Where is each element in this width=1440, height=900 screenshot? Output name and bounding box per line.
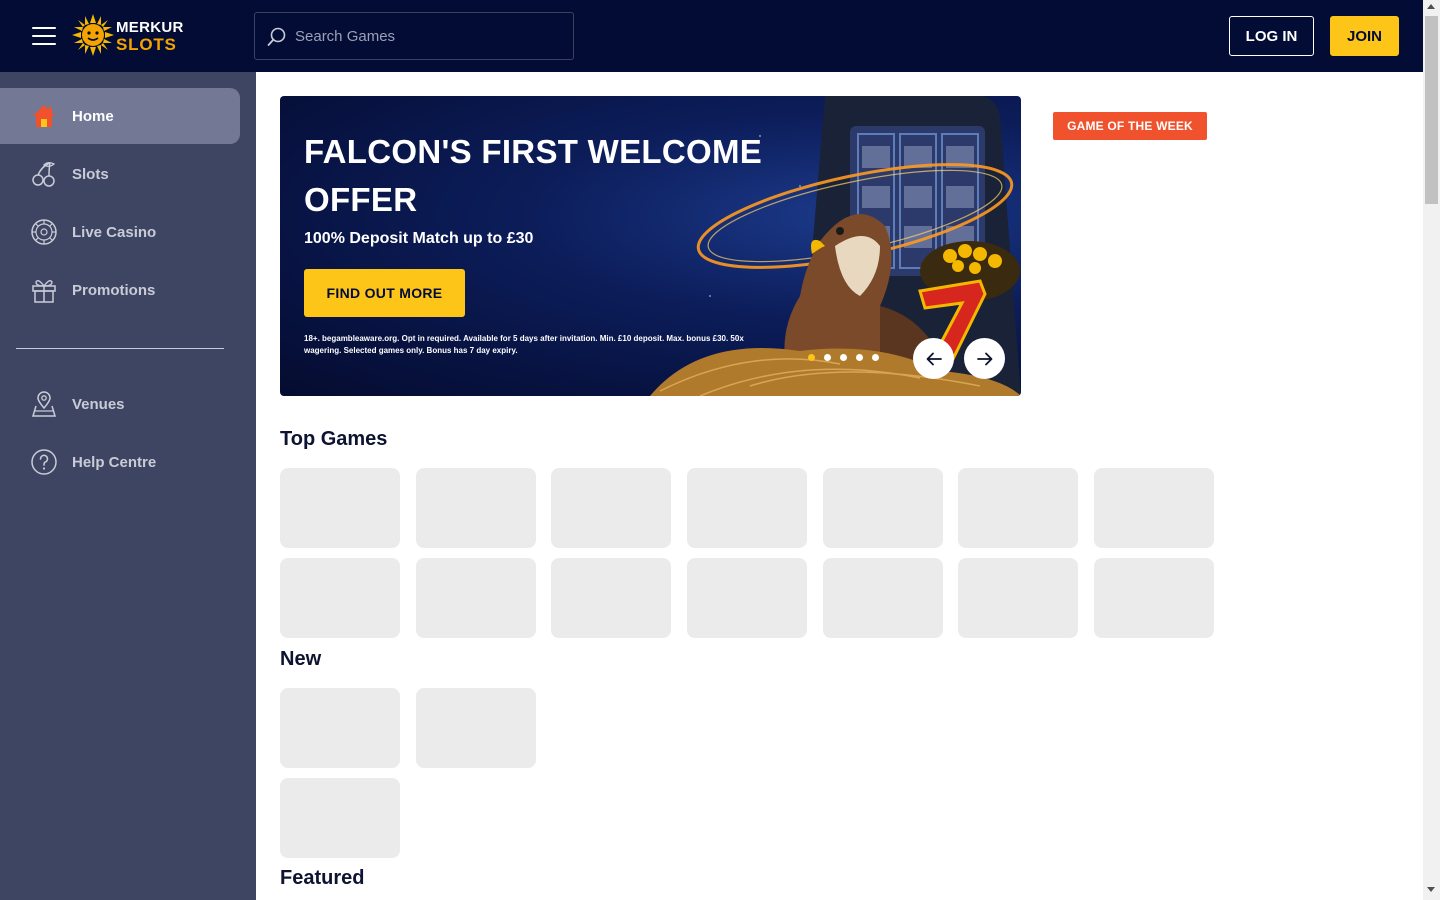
- game-tile[interactable]: [958, 468, 1078, 548]
- game-tile[interactable]: [823, 558, 943, 638]
- scrollbar-thumb[interactable]: [1425, 16, 1438, 204]
- merkur-slots-logo[interactable]: MERKUR SLOTS: [72, 14, 188, 58]
- game-tile[interactable]: [280, 468, 400, 548]
- map-pin-icon: [31, 391, 57, 417]
- game-tile[interactable]: [958, 558, 1078, 638]
- sidebar-item-label: Help Centre: [72, 453, 157, 471]
- sidebar-nav: Home Slots Live Casino Promotions Venues…: [0, 72, 256, 900]
- game-tile[interactable]: [687, 468, 807, 548]
- section-title-featured: Featured: [280, 867, 365, 889]
- carousel-dot[interactable]: [856, 354, 863, 361]
- game-tile[interactable]: [416, 468, 536, 548]
- game-tile[interactable]: [551, 558, 671, 638]
- sidebar-item-slots[interactable]: Slots: [0, 146, 240, 202]
- sidebar-item-label: Live Casino: [72, 223, 157, 241]
- roulette-wheel-icon: [31, 219, 57, 245]
- carousel-dots: [808, 354, 879, 364]
- game-tile[interactable]: [416, 688, 536, 768]
- search-box[interactable]: [254, 12, 574, 60]
- search-input[interactable]: [295, 13, 565, 59]
- game-tile[interactable]: [1094, 468, 1214, 548]
- logo-wordmark-bottom: SLOTS: [116, 35, 177, 54]
- scroll-up-arrow-icon[interactable]: [1427, 4, 1435, 9]
- arrow-right-icon: [976, 352, 992, 365]
- search-icon: [267, 27, 286, 46]
- join-button[interactable]: JOIN: [1330, 16, 1399, 56]
- game-tile[interactable]: [823, 468, 943, 548]
- menu-icon[interactable]: [32, 26, 56, 46]
- game-tile[interactable]: [280, 778, 400, 858]
- game-tile[interactable]: [551, 468, 671, 548]
- sidebar-divider: [16, 348, 224, 349]
- top-header: MERKUR SLOTS LOG IN JOIN: [0, 0, 1423, 72]
- login-button[interactable]: LOG IN: [1229, 16, 1314, 56]
- sidebar-item-label: Slots: [72, 165, 109, 183]
- carousel-prev-button[interactable]: [913, 338, 954, 379]
- sidebar-item-venues[interactable]: Venues: [0, 376, 240, 432]
- sidebar-item-label: Promotions: [72, 281, 156, 299]
- game-tile[interactable]: [280, 688, 400, 768]
- find-out-more-button[interactable]: FIND OUT MORE: [304, 269, 465, 317]
- page-scrollbar[interactable]: [1423, 0, 1440, 900]
- help-circle-icon: [31, 449, 57, 475]
- sidebar-item-label: Home: [72, 107, 114, 125]
- sidebar-item-home[interactable]: Home: [0, 88, 240, 144]
- sidebar-item-promotions[interactable]: Promotions: [0, 262, 240, 318]
- sidebar-item-help-centre[interactable]: Help Centre: [0, 434, 240, 490]
- banner-subtitle: 100% Deposit Match up to £30: [304, 230, 534, 247]
- section-title-top-games: Top Games: [280, 428, 388, 450]
- game-tile[interactable]: [280, 558, 400, 638]
- sidebar-item-label: Venues: [72, 395, 125, 413]
- banner-title: FALCON'S FIRST WELCOME OFFER: [304, 133, 763, 218]
- carousel-dot[interactable]: [824, 354, 831, 361]
- section-title-new: New: [280, 648, 322, 670]
- gift-icon: [32, 279, 56, 303]
- game-of-the-week-badge: GAME OF THE WEEK: [1053, 112, 1207, 140]
- game-tile[interactable]: [416, 558, 536, 638]
- arrow-left-icon: [926, 352, 942, 365]
- logo-wordmark-top: MERKUR: [116, 19, 184, 36]
- game-tile[interactable]: [687, 558, 807, 638]
- banner-terms: 18+. begambleaware.org. Opt in required.…: [304, 334, 744, 355]
- cherries-icon: [32, 162, 56, 187]
- carousel-dot[interactable]: [808, 354, 815, 361]
- game-tile[interactable]: [1094, 558, 1214, 638]
- home-icon: [33, 105, 55, 127]
- sun-logo-icon: [72, 14, 114, 56]
- carousel-dot[interactable]: [872, 354, 879, 361]
- promo-banner[interactable]: FALCON'S FIRST WELCOME OFFER 100% Deposi…: [280, 96, 1021, 396]
- sidebar-item-live-casino[interactable]: Live Casino: [0, 204, 240, 260]
- carousel-dot[interactable]: [840, 354, 847, 361]
- scroll-down-arrow-icon[interactable]: [1427, 887, 1435, 892]
- carousel-next-button[interactable]: [964, 338, 1005, 379]
